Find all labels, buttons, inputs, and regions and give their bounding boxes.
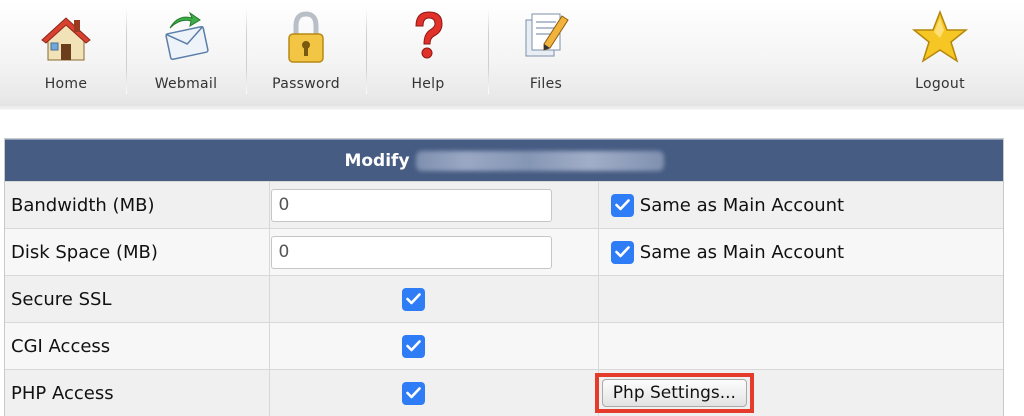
logout-button[interactable]: Logout — [880, 0, 1000, 100]
row-label: CGI Access — [5, 323, 270, 369]
checkmark-icon — [406, 340, 422, 352]
row-option-cell: Same as Main Account — [597, 182, 1003, 228]
redacted-account-name — [415, 150, 664, 171]
row-value-cell — [269, 182, 598, 228]
modify-panel: Modify Bandwidth (MB) Same as Main Accou… — [4, 138, 1004, 416]
toolbar: Home Webmail Password Help Files Logout — [0, 0, 1024, 104]
row-option-cell: Php Settings... — [594, 370, 1003, 416]
checkbox-label: Same as Main Account — [639, 241, 845, 263]
webmail-label: Webmail — [154, 76, 218, 92]
table-row: Secure SSL — [5, 275, 1003, 322]
table-row: CGI Access — [5, 322, 1003, 369]
question-mark-icon — [415, 11, 443, 59]
password-label: Password — [272, 76, 340, 92]
bandwidth-input[interactable] — [271, 188, 553, 222]
row-option-cell — [597, 323, 1003, 369]
secure-ssl-checkbox[interactable] — [402, 287, 426, 311]
star-icon — [911, 9, 969, 63]
table-row: PHP Access Php Settings... — [5, 369, 1003, 416]
row-option-cell: Same as Main Account — [597, 229, 1003, 275]
logout-label: Logout — [915, 76, 965, 92]
same-as-main-disk-checkbox[interactable] — [610, 240, 634, 264]
row-value-cell — [269, 276, 598, 322]
php-settings-button[interactable]: Php Settings... — [601, 379, 747, 407]
toolbar-divider — [0, 104, 1024, 110]
row-option-cell — [597, 276, 1003, 322]
checkmark-icon — [614, 246, 630, 258]
padlock-icon — [288, 11, 324, 63]
panel-title: Modify — [344, 150, 410, 171]
home-label: Home — [44, 76, 88, 92]
highlight-box: Php Settings... — [594, 373, 754, 413]
disk-space-input[interactable] — [271, 235, 553, 269]
cgi-access-checkbox[interactable] — [402, 334, 426, 358]
row-value-cell — [269, 323, 598, 369]
row-label: Secure SSL — [5, 276, 270, 322]
password-button[interactable]: Password — [246, 0, 366, 100]
files-label: Files — [529, 76, 563, 92]
row-label: Bandwidth (MB) — [5, 182, 270, 228]
row-label: Disk Space (MB) — [5, 229, 270, 275]
files-icon — [525, 13, 569, 57]
files-button[interactable]: Files — [486, 0, 606, 100]
home-button[interactable]: Home — [6, 0, 126, 100]
help-label: Help — [411, 76, 445, 92]
same-as-main-bandwidth-checkbox[interactable] — [610, 193, 634, 217]
panel-header: Modify — [5, 139, 1003, 181]
separator — [366, 8, 367, 94]
checkmark-icon — [614, 199, 630, 211]
row-label: PHP Access — [5, 370, 270, 416]
webmail-button[interactable]: Webmail — [126, 0, 246, 100]
row-value-cell — [269, 229, 598, 275]
checkmark-icon — [406, 387, 422, 399]
checkmark-icon — [406, 293, 422, 305]
php-access-checkbox[interactable] — [402, 381, 426, 405]
help-button[interactable]: Help — [368, 0, 488, 100]
row-value-cell — [269, 370, 598, 416]
table-row: Bandwidth (MB) Same as Main Account — [5, 181, 1003, 228]
home-icon — [41, 17, 91, 61]
table-row: Disk Space (MB) Same as Main Account — [5, 228, 1003, 275]
webmail-icon — [165, 11, 209, 61]
checkbox-label: Same as Main Account — [639, 194, 845, 216]
